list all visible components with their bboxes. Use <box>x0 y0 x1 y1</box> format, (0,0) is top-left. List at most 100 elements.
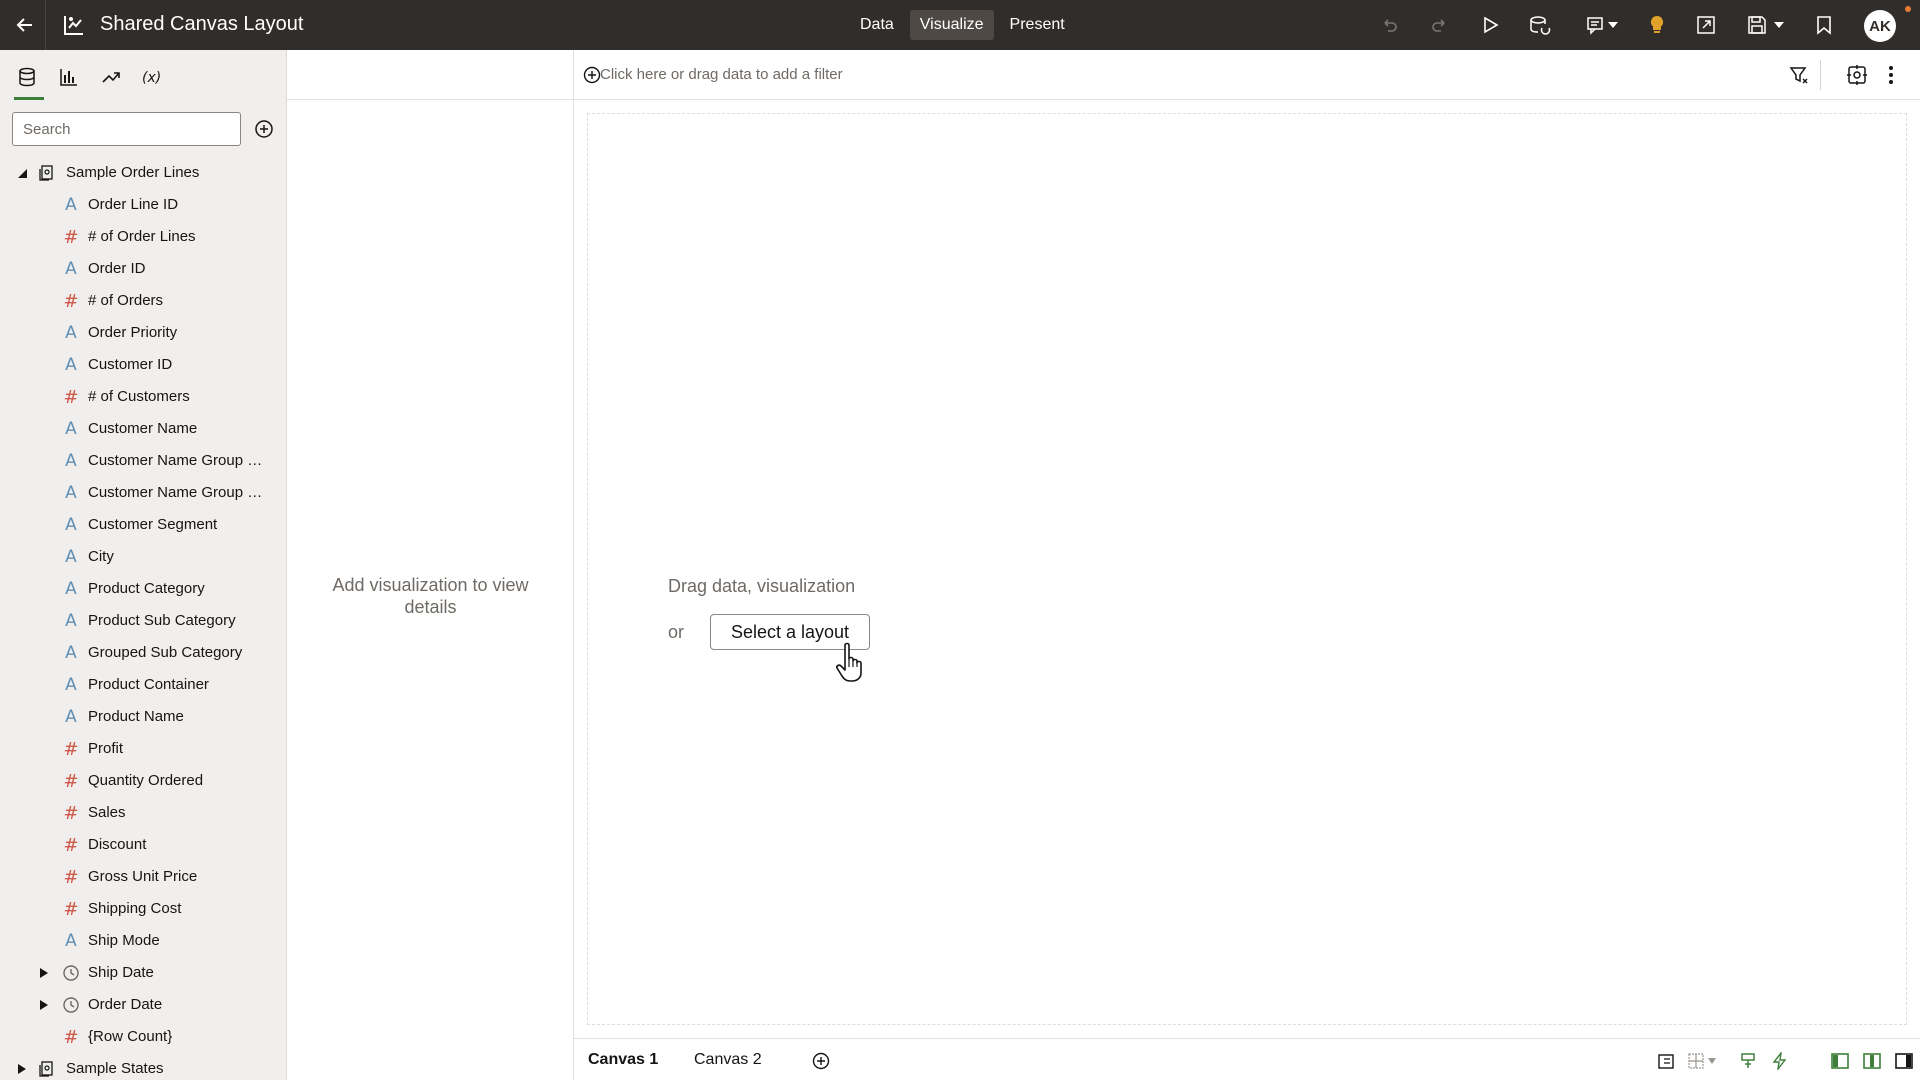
lightbulb-icon <box>1650 15 1664 33</box>
tab-canvas-1[interactable]: Canvas 1 <box>588 1051 658 1069</box>
data-search-input[interactable] <box>12 112 241 146</box>
data-field-item[interactable]: A Product Name <box>0 704 287 730</box>
data-field-item[interactable]: Order Date <box>0 992 287 1018</box>
undo-icon <box>1384 19 1397 32</box>
save-icon <box>1748 16 1766 34</box>
data-refresh-icon <box>1530 16 1551 35</box>
dataset-node[interactable]: Sample Order Lines <box>0 160 287 186</box>
comments-dropdown[interactable] <box>1600 12 1626 38</box>
chevron-down-icon <box>1774 22 1784 28</box>
data-field-item[interactable]: # Discount <box>0 832 287 858</box>
data-field-item[interactable]: Ship Date <box>0 960 287 986</box>
layout-dropdown[interactable] <box>1704 1049 1720 1073</box>
right-panel-icon <box>1895 1053 1913 1069</box>
data-field-item[interactable]: A Customer Name Group … <box>0 480 287 506</box>
user-avatar[interactable]: AK <box>1864 10 1896 42</box>
filter-toggle-button[interactable] <box>1786 62 1812 88</box>
data-field-item[interactable]: A Order Line ID <box>0 192 287 218</box>
tab-variables[interactable]: (x) <box>136 60 170 94</box>
data-field-item[interactable]: A Product Sub Category <box>0 608 287 634</box>
save-dropdown[interactable] <box>1766 12 1792 38</box>
data-field-label: # of Order Lines <box>88 228 196 245</box>
data-field-item[interactable]: # Shipping Cost <box>0 896 287 922</box>
data-field-item[interactable]: A Grouped Sub Category <box>0 640 287 666</box>
data-field-item[interactable]: A Product Container <box>0 672 287 698</box>
attribute-icon: A <box>65 547 77 567</box>
data-field-item[interactable]: A Order Priority <box>0 320 287 346</box>
refresh-data-button[interactable] <box>1526 12 1554 38</box>
measure-icon: # <box>63 226 79 248</box>
svg-text:(x): (x) <box>142 70 161 86</box>
expand-triangle-icon[interactable] <box>36 997 52 1013</box>
tab-canvas-2[interactable]: Canvas 2 <box>694 1051 762 1069</box>
data-field-label: Discount <box>88 836 147 853</box>
toggle-properties-panel-button[interactable] <box>1860 1049 1884 1073</box>
data-field-item[interactable]: A Order ID <box>0 256 287 282</box>
data-field-item[interactable]: # Profit <box>0 736 287 762</box>
expand-triangle-icon[interactable] <box>36 965 52 981</box>
data-field-item[interactable]: # # of Orders <box>0 288 287 314</box>
data-field-item[interactable]: # Quantity Ordered <box>0 768 287 794</box>
collapse-triangle-icon[interactable] <box>14 165 30 181</box>
export-button[interactable] <box>1692 12 1720 38</box>
canvas-properties-button[interactable] <box>1654 1049 1678 1073</box>
data-field-label: Product Name <box>88 708 184 725</box>
measure-icon: # <box>63 802 79 824</box>
data-field-item[interactable]: A Customer Segment <box>0 512 287 538</box>
tab-visualizations[interactable] <box>52 60 86 94</box>
mode-data[interactable]: Data <box>850 10 904 40</box>
data-field-label: {Row Count} <box>88 1028 173 1045</box>
data-field-item[interactable]: # # of Customers <box>0 384 287 410</box>
canvas-settings-button[interactable] <box>1844 62 1870 88</box>
divider <box>45 0 46 50</box>
preview-button[interactable] <box>1476 12 1504 38</box>
brushing-button[interactable] <box>1736 1049 1760 1073</box>
attribute-icon: A <box>65 323 77 343</box>
data-field-label: Grouped Sub Category <box>88 644 243 661</box>
dataset-icon <box>37 1059 57 1079</box>
visualization-canvas[interactable]: Drag data, visualization or Select a lay… <box>587 113 1907 1025</box>
mode-present[interactable]: Present <box>1000 10 1075 40</box>
measure-icon: # <box>63 770 79 792</box>
canvas-properties-icon <box>1658 1054 1674 1069</box>
attribute-icon: A <box>65 707 77 727</box>
more-options-button[interactable] <box>1878 62 1904 88</box>
canvas-or-text: or <box>668 622 685 642</box>
auto-apply-button[interactable] <box>1768 1049 1792 1073</box>
undo-button[interactable] <box>1375 12 1403 38</box>
data-field-item[interactable]: A Customer Name Group … <box>0 448 287 474</box>
toggle-right-panel-button[interactable] <box>1892 1049 1916 1073</box>
data-field-label: Quantity Ordered <box>88 772 204 789</box>
data-field-label: Ship Mode <box>88 932 160 949</box>
data-field-item[interactable]: # # of Order Lines <box>0 224 287 250</box>
data-field-item[interactable]: A Ship Mode <box>0 928 287 954</box>
measure-icon: # <box>63 738 79 760</box>
data-field-item[interactable]: A City <box>0 544 287 570</box>
back-button[interactable] <box>10 10 40 40</box>
dataset-node[interactable]: Sample States <box>0 1056 287 1080</box>
redo-button[interactable] <box>1426 12 1454 38</box>
bookmark-button[interactable] <box>1810 12 1838 38</box>
tab-data[interactable] <box>10 60 44 100</box>
data-field-item[interactable]: A Customer Name <box>0 416 287 442</box>
add-filter-prompt[interactable]: Click here or drag data to add a filter <box>600 66 843 83</box>
data-field-label: Product Container <box>88 676 209 693</box>
data-field-item[interactable]: A Product Category <box>0 576 287 602</box>
data-field-label: Order Date <box>88 996 163 1013</box>
tab-analytics[interactable] <box>94 60 128 94</box>
add-filter-icon[interactable] <box>582 65 602 85</box>
data-field-label: Gross Unit Price <box>88 868 198 885</box>
data-field-item[interactable]: # Sales <box>0 800 287 826</box>
data-field-label: Profit <box>88 740 124 757</box>
data-field-item[interactable]: A Customer ID <box>0 352 287 378</box>
data-field-item[interactable]: # Gross Unit Price <box>0 864 287 890</box>
toggle-data-panel-button[interactable] <box>1828 1049 1852 1073</box>
data-field-item[interactable]: # {Row Count} <box>0 1024 287 1050</box>
add-data-button[interactable] <box>252 117 276 141</box>
mode-visualize[interactable]: Visualize <box>909 10 994 40</box>
auto-insights-button[interactable] <box>1643 12 1671 38</box>
add-canvas-button[interactable] <box>809 1049 833 1073</box>
chevron-down-icon <box>1608 22 1618 28</box>
data-field-label: Customer Name <box>88 420 198 437</box>
expand-triangle-icon[interactable] <box>14 1061 30 1077</box>
